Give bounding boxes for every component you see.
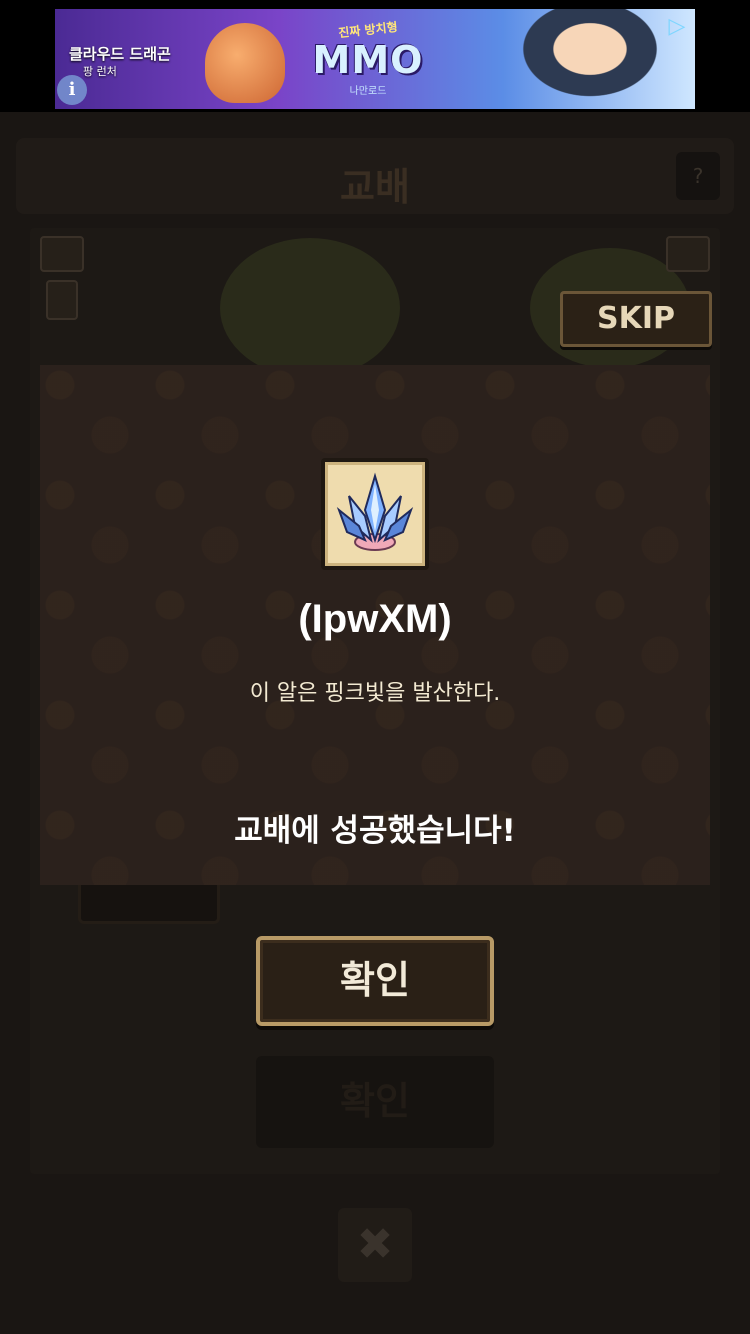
ad-brand-label: 클라우드 드래곤	[69, 45, 171, 63]
result-dialog: (IpwXM) 이 알은 핑크빛을 발산한다. 교배에 성공했습니다!	[40, 365, 710, 885]
help-button[interactable]: ?	[676, 152, 720, 200]
item-frame	[321, 458, 429, 570]
ad-brand-sub: 팡 런처	[83, 65, 117, 78]
skip-button[interactable]: SKIP	[560, 291, 712, 347]
confirm-button-disabled: 확인	[256, 1056, 494, 1148]
grid-icon[interactable]	[40, 236, 84, 272]
item-name: (IpwXM)	[298, 597, 452, 641]
ad-banner[interactable]: 클라우드 드래곤 팡 런처 진짜 방치형 MMO 나만로드 i ▷	[55, 9, 695, 109]
confirm-button[interactable]: 확인	[256, 936, 494, 1026]
crystal-egg-icon	[336, 472, 414, 551]
title-bar: 교배 ?	[16, 138, 734, 214]
ad-left-text: 클라우드 드래곤 팡 런처	[69, 45, 171, 81]
background-tree	[220, 238, 400, 378]
result-message: 교배에 성공했습니다!	[234, 813, 516, 849]
page-title: 교배	[340, 165, 410, 209]
item-description: 이 알은 핑크빛을 발산한다.	[249, 681, 501, 706]
ad-play-icon[interactable]: ▷	[663, 13, 691, 41]
ad-hero-image	[505, 9, 675, 109]
grid-icon[interactable]	[666, 236, 710, 272]
side-icon[interactable]	[46, 280, 78, 320]
ad-character-image	[205, 23, 285, 103]
close-button[interactable]: ✖	[338, 1208, 412, 1282]
ad-title: MMO	[312, 38, 424, 82]
ad-headline: 진짜 방치형 MMO 나만로드	[303, 20, 433, 97]
ad-subtitle: 나만로드	[349, 86, 387, 97]
ad-info-icon[interactable]: i	[57, 75, 87, 105]
